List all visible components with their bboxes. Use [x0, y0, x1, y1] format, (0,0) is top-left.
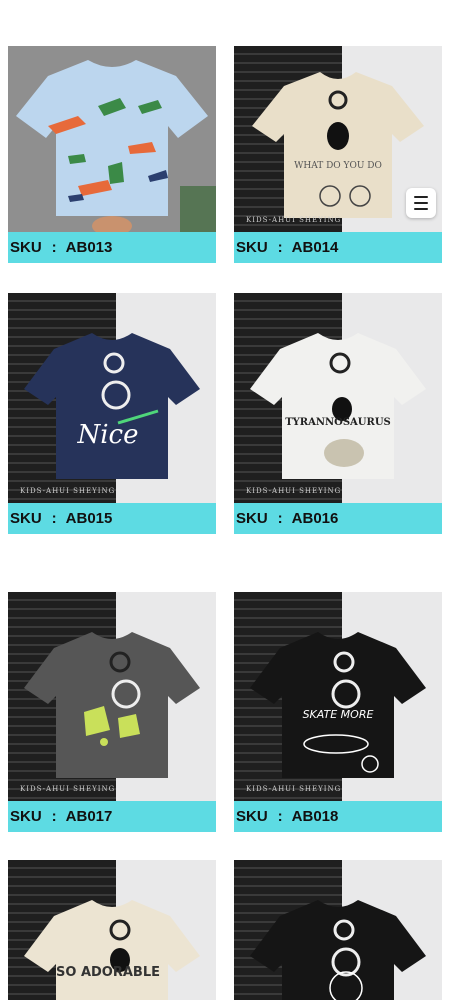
sku-separator: : — [51, 510, 57, 527]
sku-label-bar: SKU : AB013 — [8, 232, 216, 263]
tshirt-image — [250, 900, 426, 1000]
watermark: KIDS-AHUI SHEYING — [20, 785, 116, 793]
sku-label-bar: SKU : AB014 — [234, 232, 442, 263]
svg-text:Nice: Nice — [76, 420, 138, 450]
product-photo[interactable]: SKATE MORE KIDS-AHUI SHEYING — [234, 592, 442, 801]
product-photo[interactable] — [8, 46, 216, 232]
product-row-4: SO ADORABLE — [0, 860, 450, 1000]
sku-label-bar: SKU : AB017 — [8, 801, 216, 832]
sku-label: SKU — [236, 808, 268, 825]
sku-separator: : — [51, 808, 57, 825]
product-photo[interactable]: SO ADORABLE — [8, 860, 216, 1000]
svg-text:WHAT DO YOU DO: WHAT DO YOU DO — [294, 161, 382, 171]
sku-label-bar: SKU : AB018 — [234, 801, 442, 832]
watermark: KIDS-AHUI SHEYING — [20, 487, 116, 495]
sku-label: SKU — [10, 808, 42, 825]
product-card[interactable]: SO ADORABLE — [8, 860, 216, 1000]
product-photo[interactable]: WHAT DO YOU DO KIDS-AHUI SHEYING — [234, 46, 442, 232]
product-row-3: KIDS-AHUI SHEYING SKU : AB017 SKATE MORE… — [0, 578, 450, 860]
tshirt-image: TYRANNOSAURUS — [250, 333, 426, 479]
product-photo[interactable]: KIDS-AHUI SHEYING — [8, 592, 216, 801]
sku-code: AB013 — [65, 239, 113, 256]
sku-separator: : — [277, 808, 283, 825]
product-card-ab017[interactable]: KIDS-AHUI SHEYING SKU : AB017 — [8, 592, 216, 832]
sku-code: AB017 — [65, 808, 113, 825]
hamburger-menu-icon[interactable] — [406, 188, 436, 218]
product-card-ab016[interactable]: TYRANNOSAURUS KIDS-AHUI SHEYING SKU : AB… — [234, 293, 442, 534]
tshirt-image — [16, 60, 216, 232]
tshirt-image: SKATE MORE — [250, 632, 426, 778]
watermark: KIDS-AHUI SHEYING — [246, 785, 342, 793]
sku-code: AB016 — [291, 510, 339, 527]
product-row-2: Nice KIDS-AHUI SHEYING SKU : AB015 TYRAN… — [0, 275, 450, 558]
product-photo[interactable]: Nice KIDS-AHUI SHEYING — [8, 293, 216, 503]
product-card-ab015[interactable]: Nice KIDS-AHUI SHEYING SKU : AB015 — [8, 293, 216, 534]
watermark: KIDS-AHUI SHEYING — [246, 487, 342, 495]
sku-code: AB018 — [291, 808, 339, 825]
svg-text:TYRANNOSAURUS: TYRANNOSAURUS — [285, 417, 391, 428]
product-card-ab013[interactable]: SKU : AB013 — [8, 46, 216, 263]
product-card[interactable] — [234, 860, 442, 1000]
svg-text:SO ADORABLE: SO ADORABLE — [56, 965, 160, 980]
sku-code: AB015 — [65, 510, 113, 527]
sku-label-bar: SKU : AB016 — [234, 503, 442, 534]
sku-label-bar: SKU : AB015 — [8, 503, 216, 534]
sku-label: SKU — [236, 510, 268, 527]
sku-separator: : — [51, 239, 57, 256]
product-card-ab014[interactable]: WHAT DO YOU DO KIDS-AHUI SHEYING SKU : A… — [234, 46, 442, 263]
sku-label: SKU — [10, 239, 42, 256]
sku-label: SKU — [10, 510, 42, 527]
product-photo[interactable]: TYRANNOSAURUS KIDS-AHUI SHEYING — [234, 293, 442, 503]
product-row-1: SKU : AB013 WHAT DO YOU DO KIDS-AHUI SHE… — [0, 0, 450, 275]
product-card-ab018[interactable]: SKATE MORE KIDS-AHUI SHEYING SKU : AB018 — [234, 592, 442, 832]
sku-separator: : — [277, 510, 283, 527]
svg-text:SKATE MORE: SKATE MORE — [303, 708, 374, 721]
sku-code: AB014 — [291, 239, 339, 256]
watermark: KIDS-AHUI SHEYING — [246, 216, 342, 224]
tshirt-image: Nice — [24, 333, 200, 479]
tshirt-image — [24, 632, 200, 778]
sku-label: SKU — [236, 239, 268, 256]
product-photo[interactable] — [234, 860, 442, 1000]
sku-separator: : — [277, 239, 283, 256]
tshirt-image: SO ADORABLE — [24, 900, 200, 1000]
